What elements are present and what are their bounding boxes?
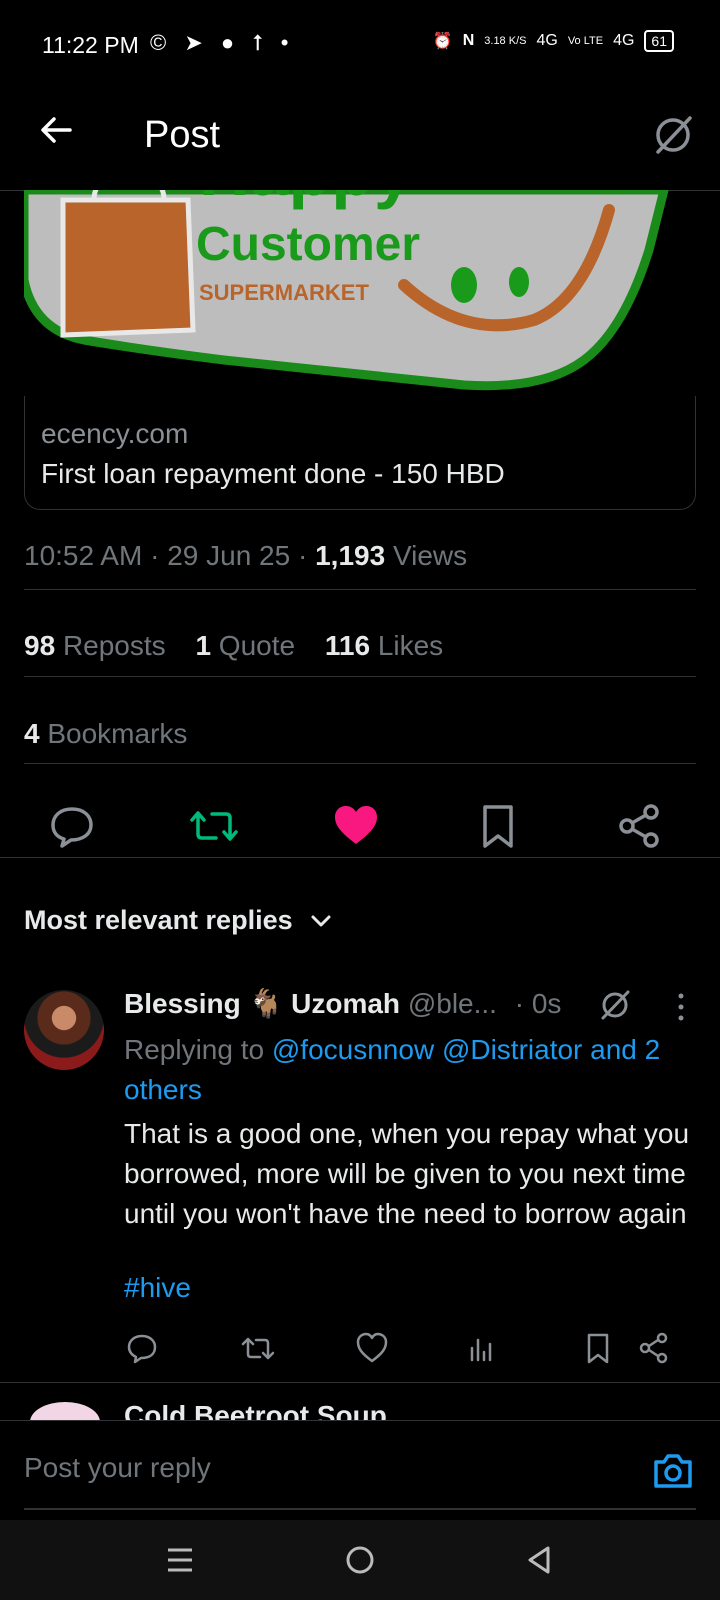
svg-text:Customer: Customer (196, 218, 420, 271)
views-count: 1,193 (315, 540, 386, 571)
notification-icons: © ➤ ● ⭡ • (150, 30, 295, 55)
repost-icon[interactable] (240, 1330, 276, 1366)
composer-underline (24, 1508, 696, 1510)
post-date: 29 Jun 25 (167, 540, 291, 571)
grok-icon[interactable] (598, 988, 632, 1022)
alarm-icon: ⏰ (432, 33, 453, 50)
menu-icon[interactable] (160, 1540, 200, 1580)
signal-1: 4G (536, 32, 558, 49)
more-options-icon[interactable] (676, 992, 686, 1022)
replying-to: Replying to @focusnnow @Distriator and 2… (124, 1034, 661, 1105)
quotes-stat[interactable]: 1 Quote (195, 630, 295, 661)
status-time: 11:22 PM (42, 32, 139, 58)
views-icon[interactable] (464, 1330, 500, 1366)
reply-author[interactable]: Blessing 🐐 Uzomah @ble... · 0s (124, 987, 561, 1020)
reply-handle: @ble... (407, 988, 497, 1019)
bookmarks-stat[interactable]: 4 Bookmarks (24, 718, 187, 750)
home-icon[interactable] (340, 1540, 380, 1580)
reposts-stat[interactable]: 98 Reposts (24, 630, 166, 661)
status-bar: 11:22 PM © ➤ ● ⭡ • ⏰ N 3.18 K/S 4G Vo LT… (0, 0, 720, 92)
engagement-stats: 98 Reposts 1 Quote 116 Likes (24, 630, 443, 662)
battery-icon: 61 (644, 30, 674, 52)
nfc-icon: N (462, 32, 475, 49)
svg-text:SUPERMARKET: SUPERMARKET (199, 280, 369, 305)
reply-time: · 0s (514, 988, 562, 1019)
link-card-title: First loan repayment done - 150 HBD (41, 458, 505, 489)
divider (24, 589, 696, 590)
likes-stat[interactable]: 116 Likes (325, 630, 443, 661)
bookmark-icon[interactable] (472, 800, 524, 852)
network-speed: 3.18 K/S (484, 35, 527, 47)
share-icon[interactable] (614, 800, 666, 852)
divider (0, 857, 720, 858)
volte-badge: Vo LTE (567, 35, 604, 47)
repost-icon[interactable] (188, 800, 240, 852)
grok-icon[interactable] (650, 112, 696, 158)
share-icon[interactable] (636, 1330, 672, 1366)
back-triangle-icon[interactable] (520, 1540, 560, 1580)
divider (24, 763, 696, 764)
status-indicators: ⏰ N 3.18 K/S 4G Vo LTE 4G 61 (433, 30, 674, 52)
post-action-bar (0, 800, 720, 872)
like-icon[interactable] (330, 800, 382, 852)
signal-2: 4G (613, 32, 635, 49)
reply-input[interactable]: Post your reply (24, 1452, 211, 1484)
link-card-domain: ecency.com (41, 418, 189, 449)
reply-icon[interactable] (46, 800, 98, 852)
svg-text:Happy: Happy (199, 190, 413, 210)
like-icon[interactable] (354, 1330, 390, 1366)
replies-sort-label: Most relevant replies (24, 905, 293, 935)
bookmark-icon[interactable] (580, 1330, 616, 1366)
post-meta: 10:52 AM · 29 Jun 25 · 1,193 Views (24, 540, 468, 571)
link-card[interactable]: ecency.com First loan repayment done - 1… (24, 396, 696, 510)
goat-emoji: 🐐 (248, 988, 284, 1019)
divider (24, 676, 696, 677)
hashtag-link[interactable]: #hive (124, 1272, 191, 1304)
back-arrow-icon[interactable] (38, 112, 74, 148)
avatar[interactable] (24, 990, 104, 1070)
post-time: 10:52 AM (24, 540, 143, 571)
reply-action-bar (124, 1330, 696, 1374)
replies-sort-dropdown[interactable]: Most relevant replies (24, 905, 332, 936)
divider (0, 1382, 720, 1383)
post-image[interactable]: Happy Customer SUPERMARKET (24, 190, 696, 395)
views-label: Views (392, 540, 468, 571)
camera-icon[interactable] (652, 1452, 694, 1490)
reply-text: That is a good one, when you repay what … (124, 1118, 690, 1229)
reply-icon[interactable] (124, 1330, 160, 1366)
chevron-down-icon (311, 915, 331, 927)
supermarket-logo: Happy Customer SUPERMARKET (24, 190, 669, 391)
top-app-bar (0, 92, 720, 191)
page-title: Post (144, 114, 221, 156)
